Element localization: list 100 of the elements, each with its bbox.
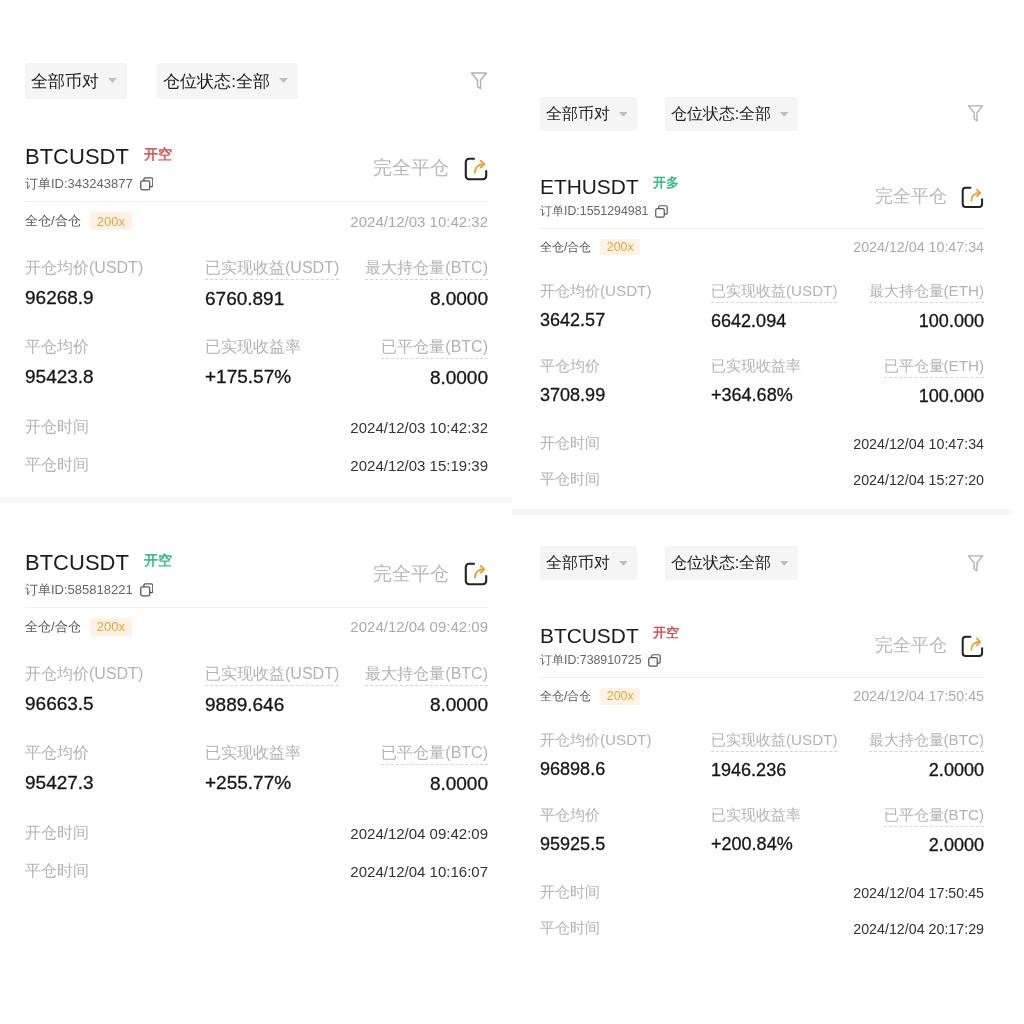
margin-mode: 全仓/合仓 bbox=[540, 238, 592, 256]
time-label: 平仓时间 bbox=[540, 918, 600, 939]
caret-icon bbox=[618, 560, 628, 566]
leverage-badge: 200x bbox=[600, 238, 641, 256]
position-side-label: 开空 bbox=[144, 144, 173, 163]
stat-value: 9889.646 bbox=[205, 692, 285, 717]
time-value: 2024/12/04 10:47:34 bbox=[853, 435, 984, 452]
time-label: 开仓时间 bbox=[540, 882, 600, 903]
time-value: 2024/12/03 15:19:39 bbox=[350, 457, 488, 475]
pair-filter-dropdown[interactable]: 全部币对 bbox=[540, 546, 637, 581]
stat-value: 8.0000 bbox=[429, 771, 488, 796]
stat-label: 最大持仓量(BTC) bbox=[365, 662, 488, 686]
stat-value: +255.77% bbox=[205, 770, 292, 795]
leverage-badge: 200x bbox=[89, 211, 133, 231]
copy-icon[interactable] bbox=[655, 205, 669, 219]
stat-value: 8.0000 bbox=[429, 287, 488, 311]
time-value: 2024/12/04 09:42:09 bbox=[350, 825, 488, 843]
stat-value: 95427.3 bbox=[25, 770, 94, 795]
time-label: 开仓时间 bbox=[540, 433, 600, 454]
symbol-name: BTCUSDT bbox=[25, 144, 129, 171]
time-label: 平仓时间 bbox=[25, 861, 89, 882]
status-filter-dropdown[interactable]: 仓位状态:全部 bbox=[665, 96, 799, 132]
stat-label: 平仓均价 bbox=[540, 356, 600, 377]
stat-label: 最大持仓量(ETH) bbox=[868, 281, 984, 304]
share-icon[interactable] bbox=[961, 634, 984, 658]
stat-label: 平仓均价 bbox=[25, 742, 89, 763]
stat-value: 96898.6 bbox=[540, 757, 606, 781]
pair-filter-dropdown[interactable]: 全部币对 bbox=[25, 63, 128, 99]
symbol-name: ETHUSDT bbox=[540, 173, 639, 199]
time-label: 平仓时间 bbox=[25, 455, 89, 476]
stat-label: 已平仓量(BTC) bbox=[381, 741, 488, 765]
order-time: 2024/12/04 09:42:09 bbox=[350, 618, 488, 636]
order-id: 订单ID:1551294981 bbox=[540, 203, 649, 221]
time-label: 平仓时间 bbox=[540, 469, 600, 490]
share-icon[interactable] bbox=[464, 156, 488, 181]
stat-label: 最大持仓量(BTC) bbox=[365, 257, 488, 280]
share-icon[interactable] bbox=[961, 185, 984, 209]
caret-icon bbox=[279, 78, 289, 84]
stat-value: 3642.57 bbox=[540, 308, 606, 332]
time-value: 2024/12/04 10:16:07 bbox=[350, 863, 488, 881]
stat-value: 6760.891 bbox=[205, 287, 285, 311]
stat-value: +364.68% bbox=[711, 383, 793, 407]
stat-label: 已实现收益率 bbox=[711, 805, 801, 826]
stat-value: 95925.5 bbox=[540, 832, 606, 856]
order-time: 2024/12/03 10:42:32 bbox=[350, 212, 488, 230]
stat-label: 已平仓量(BTC) bbox=[883, 805, 984, 828]
stat-value: 6642.094 bbox=[711, 309, 787, 333]
symbol-name: BTCUSDT bbox=[540, 622, 639, 649]
order-time: 2024/12/04 17:50:45 bbox=[853, 688, 984, 705]
stat-label: 已实现收益(USDT) bbox=[711, 730, 838, 753]
stat-label: 已实现收益率 bbox=[205, 336, 301, 357]
time-value: 2024/12/04 17:50:45 bbox=[853, 884, 984, 901]
stat-label: 已实现收益(USDT) bbox=[711, 281, 838, 304]
stat-label: 开仓均价(USDT) bbox=[25, 663, 144, 684]
copy-icon[interactable] bbox=[139, 583, 154, 597]
stat-label: 已实现收益(USDT) bbox=[205, 257, 340, 280]
caret-icon bbox=[780, 560, 789, 566]
stat-label: 开仓均价(USDT) bbox=[540, 730, 652, 751]
order-id: 订单ID:585818221 bbox=[25, 580, 133, 599]
stat-value: 2.0000 bbox=[928, 758, 984, 782]
stat-label: 已平仓量(ETH) bbox=[883, 356, 984, 379]
stat-label: 已实现收益率 bbox=[205, 742, 301, 763]
margin-mode: 全仓/合仓 bbox=[540, 687, 592, 705]
stat-label: 最大持仓量(BTC) bbox=[868, 730, 984, 753]
stat-value: 3708.99 bbox=[540, 383, 606, 407]
stat-value: +175.57% bbox=[205, 364, 292, 389]
stat-value: 2.0000 bbox=[928, 833, 984, 857]
time-value: 2024/12/04 20:17:29 bbox=[853, 920, 984, 937]
stat-label: 开仓均价(USDT) bbox=[25, 258, 144, 278]
position-side-label: 开空 bbox=[144, 550, 173, 569]
status-filter-dropdown[interactable]: 仓位状态:全部 bbox=[665, 546, 799, 581]
share-icon[interactable] bbox=[464, 562, 488, 587]
caret-icon bbox=[780, 111, 789, 117]
stat-label: 已实现收益率 bbox=[711, 356, 801, 377]
stat-value: 1946.236 bbox=[711, 758, 787, 782]
stat-value: +200.84% bbox=[711, 832, 793, 856]
order-time: 2024/12/04 10:47:34 bbox=[853, 239, 984, 255]
stat-value: 8.0000 bbox=[429, 692, 488, 717]
stat-label: 已平仓量(BTC) bbox=[381, 335, 488, 359]
stat-value: 95423.8 bbox=[25, 364, 94, 389]
caret-icon bbox=[618, 111, 628, 117]
stat-value: 100.000 bbox=[918, 384, 984, 408]
status-filter-dropdown[interactable]: 仓位状态:全部 bbox=[157, 63, 299, 99]
order-id: 订单ID:738910725 bbox=[540, 652, 642, 670]
stat-value: 96268.9 bbox=[25, 286, 94, 310]
symbol-name: BTCUSDT bbox=[25, 549, 129, 577]
time-label: 开仓时间 bbox=[25, 823, 89, 844]
position-side-label: 开多 bbox=[653, 174, 680, 192]
stat-value: 100.000 bbox=[918, 309, 984, 333]
stat-value: 8.0000 bbox=[429, 365, 488, 390]
caret-icon bbox=[108, 78, 118, 84]
order-id: 订单ID:343243877 bbox=[25, 174, 133, 193]
time-value: 2024/12/03 10:42:32 bbox=[350, 419, 488, 437]
pair-filter-dropdown[interactable]: 全部币对 bbox=[540, 96, 637, 132]
position-side-label: 开空 bbox=[653, 623, 680, 641]
copy-icon[interactable] bbox=[139, 177, 154, 191]
margin-mode: 全仓/合仓 bbox=[25, 617, 81, 636]
stat-label: 平仓均价 bbox=[25, 336, 89, 357]
copy-icon[interactable] bbox=[648, 654, 662, 668]
stat-value: 96663.5 bbox=[25, 691, 94, 716]
